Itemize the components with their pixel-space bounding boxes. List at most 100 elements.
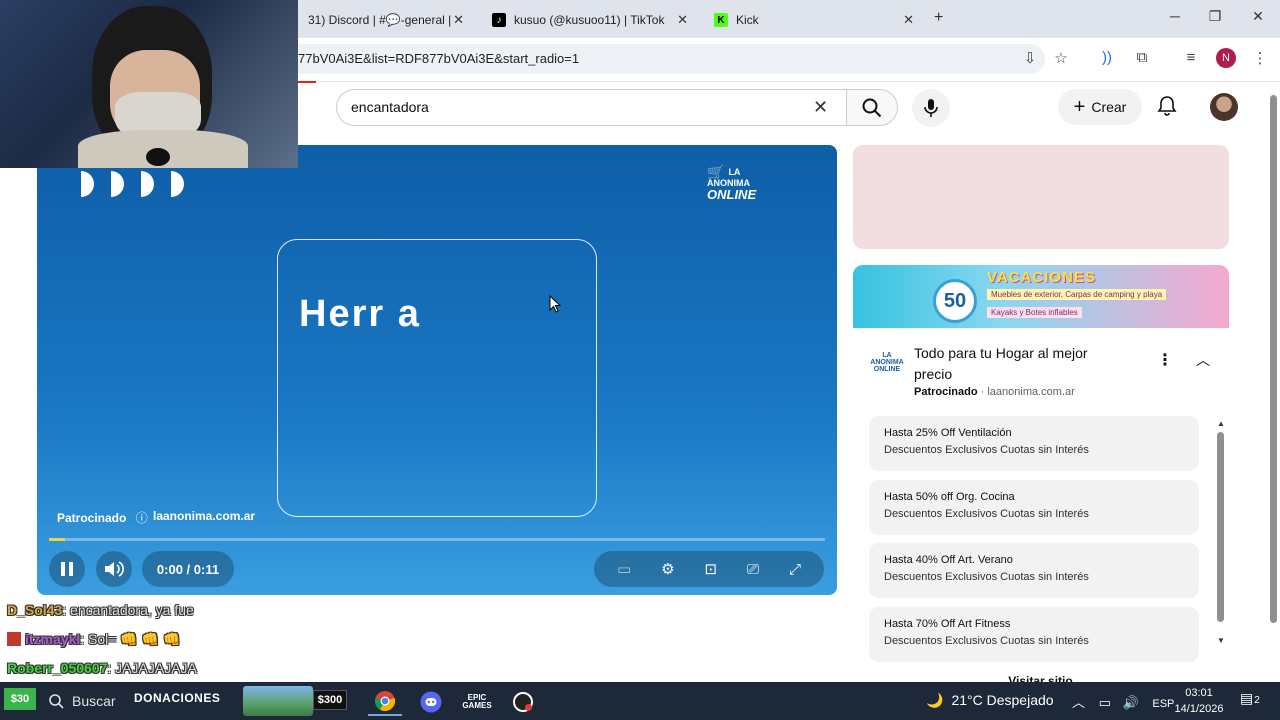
volume-icon bbox=[105, 561, 124, 577]
media-control-icon[interactable]: ≡ bbox=[1180, 49, 1202, 66]
clock-date: 14/1/2026 bbox=[1174, 703, 1224, 715]
ad-title[interactable]: Todo para tu Hogar al mejor precio bbox=[914, 343, 1124, 385]
progress-bar-fill bbox=[49, 538, 65, 541]
chevron-up-icon[interactable]: ︿ bbox=[1196, 350, 1210, 370]
decorative-half-circles bbox=[77, 169, 187, 204]
microphone-icon bbox=[146, 148, 170, 166]
chat-username: Roberr_050607 bbox=[7, 660, 108, 676]
offer-item[interactable]: Hasta 50% off Org. Cocina Descuentos Exc… bbox=[869, 480, 1199, 535]
microphone-icon bbox=[924, 99, 938, 117]
visit-site-button[interactable]: Visitar sitio bbox=[869, 668, 1212, 682]
more-options-icon[interactable]: ⋮ bbox=[1157, 350, 1173, 370]
search-icon bbox=[49, 694, 64, 709]
webcam-overlay bbox=[0, 0, 298, 168]
ad-placeholder bbox=[853, 145, 1229, 249]
close-icon[interactable]: ✕ bbox=[453, 12, 464, 28]
chat-username: D_Sol43 bbox=[7, 602, 63, 618]
sponsored-label: Patrocinado ⓘ bbox=[57, 509, 148, 526]
offer-item[interactable]: Hasta 70% Off Art Fitness Descuentos Exc… bbox=[869, 607, 1199, 662]
network-icon[interactable]: ▭ bbox=[1099, 695, 1111, 710]
clear-search-icon[interactable]: ✕ bbox=[813, 97, 828, 118]
moon-icon: 🌙 bbox=[926, 692, 944, 708]
chat-message: itzmaykI: Sol= 👊 👊 👊 bbox=[7, 631, 180, 648]
fullscreen-icon[interactable]: ⤢ bbox=[789, 561, 801, 578]
weather-widget[interactable]: 🌙 21°C Despejado bbox=[926, 692, 1054, 709]
pause-icon bbox=[61, 562, 73, 576]
volume-button[interactable] bbox=[96, 551, 132, 587]
video-frame-text: Herr a bbox=[299, 293, 421, 335]
discord-app-icon[interactable] bbox=[414, 688, 448, 716]
advertiser-logo[interactable]: LA ANONIMA ONLINE bbox=[870, 352, 904, 373]
video-player[interactable]: 🛒 LA ANONIMA ONLINE Herr a Patrocinado ⓘ… bbox=[37, 145, 837, 595]
donation-badge-30: $30 bbox=[4, 688, 36, 710]
close-icon[interactable]: ✕ bbox=[677, 12, 688, 28]
tray-expand-icon[interactable]: ︿ bbox=[1072, 695, 1085, 710]
search-box[interactable]: ✕ bbox=[336, 89, 846, 126]
offer-item[interactable]: Hasta 25% Off Ventilación Descuentos Exc… bbox=[869, 416, 1199, 471]
scroll-up-arrow-icon[interactable]: ▲ bbox=[1217, 419, 1225, 428]
close-window-icon[interactable]: ✕ bbox=[1243, 8, 1273, 25]
bookmark-star-icon[interactable]: ☆ bbox=[1050, 49, 1072, 67]
scroll-down-arrow-icon[interactable]: ▼ bbox=[1217, 636, 1225, 645]
settings-gear-icon[interactable]: ⚙ bbox=[661, 560, 674, 578]
sponsored-url-link[interactable]: laanonima.com.ar bbox=[153, 509, 255, 523]
profile-avatar[interactable]: N bbox=[1216, 48, 1236, 68]
taskbar-search[interactable]: Buscar bbox=[48, 688, 128, 714]
close-icon[interactable]: ✕ bbox=[903, 12, 914, 28]
tab-discord[interactable]: 31) Discord | #💬-general | E ✕ bbox=[298, 6, 474, 34]
chrome-icon[interactable] bbox=[368, 688, 402, 716]
page-scrollbar[interactable] bbox=[1270, 95, 1277, 623]
url-text[interactable]: 77bV0Ai3E&list=RDF877bV0Ai3E&start_radio… bbox=[298, 51, 579, 66]
subtitles-icon[interactable]: ▭ bbox=[617, 560, 631, 578]
speaker-icon[interactable]: 🔊 bbox=[1123, 695, 1139, 710]
minimize-icon[interactable]: ─ bbox=[1160, 8, 1190, 24]
tab-label: Kick bbox=[736, 13, 759, 27]
cart-icon: 🛒 bbox=[707, 164, 725, 180]
page-load-bar bbox=[298, 81, 316, 83]
offer-title: Hasta 70% Off Art Fitness bbox=[884, 618, 1011, 630]
offer-title: Hasta 40% Off Art. Verano bbox=[884, 554, 1013, 566]
cast-icon[interactable]: ⎚ bbox=[747, 561, 759, 578]
extensions-icon[interactable]: ⧉ bbox=[1131, 49, 1153, 66]
create-label: Crear bbox=[1091, 99, 1127, 115]
chat-message: D_Sol43: encantadora, ya fue bbox=[7, 602, 194, 618]
chat-text: : Sol= 👊 👊 👊 bbox=[80, 631, 181, 647]
info-icon[interactable]: ⓘ bbox=[136, 511, 148, 525]
pause-button[interactable] bbox=[49, 551, 85, 587]
offer-subtitle: Descuentos Exclusivos Cuotas sin Interés bbox=[884, 635, 1089, 647]
chat-message: Roberr_050607: JAJAJAJAJA bbox=[7, 660, 197, 676]
clock[interactable]: 03:01 14/1/2026 bbox=[1172, 685, 1226, 717]
extension-sound-icon[interactable]: )) bbox=[1096, 49, 1118, 66]
progress-bar[interactable] bbox=[49, 538, 825, 541]
tab-tiktok[interactable]: ♪ kusuo (@kusuoo11) | TikTok ✕ bbox=[482, 6, 698, 34]
video-frame-outline bbox=[277, 239, 597, 517]
chat-text: : encantadora, ya fue bbox=[62, 602, 194, 618]
create-button[interactable]: + Crear bbox=[1058, 89, 1142, 125]
voice-search-button[interactable] bbox=[912, 89, 950, 127]
ad-banner-image[interactable]: 50 VACACIONES Muebles de exterior, Carpa… bbox=[853, 265, 1229, 328]
banner-title: VACACIONES bbox=[987, 269, 1096, 286]
notifications-icon[interactable]: ▤2 bbox=[1240, 690, 1260, 707]
search-button[interactable] bbox=[846, 89, 898, 126]
theater-mode-icon[interactable]: ⊡ bbox=[704, 560, 717, 578]
notifications-bell-icon[interactable] bbox=[1156, 94, 1178, 121]
offer-title: Hasta 25% Off Ventilación bbox=[884, 427, 1012, 439]
restore-icon[interactable]: ❐ bbox=[1200, 8, 1230, 25]
player-right-controls: ▭ ⚙ ⊡ ⎚ ⤢ bbox=[594, 551, 824, 587]
obs-record-icon[interactable] bbox=[506, 688, 540, 716]
chat-badge-icon bbox=[7, 632, 21, 646]
tab-kick[interactable]: K Kick ✕ bbox=[704, 6, 924, 34]
offer-item[interactable]: Hasta 40% Off Art. Verano Descuentos Exc… bbox=[869, 543, 1199, 598]
offers-scrollbar[interactable] bbox=[1217, 432, 1224, 622]
new-tab-button[interactable]: + bbox=[934, 9, 943, 27]
epic-games-icon[interactable]: EPIC GAMES bbox=[460, 688, 494, 716]
search-input[interactable] bbox=[351, 99, 791, 115]
install-app-icon[interactable]: ⇩ bbox=[1019, 49, 1041, 67]
browser-menu-icon[interactable]: ⋮ bbox=[1249, 49, 1271, 67]
time-display: 0:00 / 0:11 bbox=[142, 551, 234, 587]
account-avatar[interactable] bbox=[1210, 93, 1238, 121]
chat-username: itzmaykI bbox=[25, 631, 81, 647]
banner-subtitle-1: Muebles de exterior, Carpas de camping y… bbox=[987, 289, 1167, 300]
banner-anniversary-badge: 50 bbox=[933, 279, 977, 323]
ad-domain[interactable]: laanonima.com.ar bbox=[987, 386, 1074, 398]
